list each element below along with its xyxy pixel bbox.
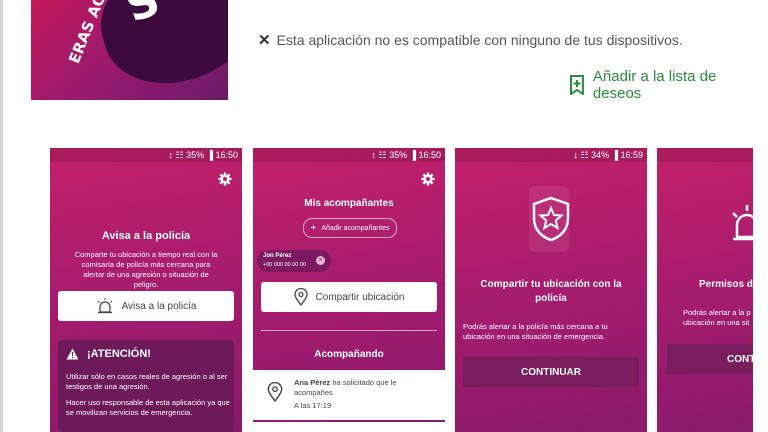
screenshot-1[interactable]: ↕ ☷ 35% ▐ 16:50 Avisa a la policía Compa… (50, 148, 242, 432)
contact-name: Jon Pérez (263, 253, 292, 259)
screen-title: Mis acompañantes (304, 198, 394, 209)
app-icon: ERAS AGRE S (31, 0, 228, 100)
screen-description: Comparte tu ubicación a tiempo real con … (74, 250, 218, 289)
request-name: Ana Pérez (294, 378, 331, 387)
attention-text-1: Utilizar sólo en casos reales de agresió… (66, 372, 228, 391)
gear-icon (218, 172, 232, 186)
contact-phone: +00 000 00 00 00 (263, 262, 306, 268)
warning-icon (66, 348, 79, 360)
alert-police-button[interactable]: Avisa a la policía (58, 291, 234, 321)
police-siren-icon (732, 205, 753, 241)
section-title: Acompañando (314, 349, 384, 360)
next-card (253, 422, 445, 432)
location-pin-icon (267, 382, 283, 402)
status-bar: ↕ ☷ 35% ▐ 16:50 (50, 148, 242, 162)
add-companions-button[interactable]: + Añadir acompañantes (303, 218, 397, 238)
screen-title: Avisa a la policía (101, 230, 191, 242)
bookmark-add-icon (569, 75, 584, 95)
wishlist-label: Añadir a la lista de deseos (592, 68, 717, 102)
add-to-wishlist-button[interactable]: Añadir a la lista de deseos (569, 68, 768, 102)
compatibility-text: Esta aplicación no es compatible con nin… (276, 32, 683, 48)
continue-button[interactable]: CONTINUAR (463, 357, 639, 387)
close-icon: ✕ (258, 32, 271, 49)
screen-description: Podrás alertar a la policía más cercana … (463, 322, 608, 341)
share-location-button[interactable]: Compartir ubicación (261, 282, 437, 312)
attention-text-2: Hacer uso responsable de esta aplicación… (66, 398, 230, 417)
compatibility-notice: ✕ Esta aplicación no es compatible con n… (258, 31, 683, 49)
gear-icon (421, 172, 435, 186)
location-pin-icon (293, 288, 308, 306)
screenshot-3[interactable]: ↕ ☷ 34% ▐ 16:59 Compartir tu ubicación c… (455, 148, 647, 432)
attention-box: ¡ATENCIÓN! Utilizar sólo en casos reales… (58, 340, 234, 432)
plus-icon: + (310, 222, 317, 234)
share-location-label: Compartir ubicación (315, 291, 405, 303)
attention-title: ¡ATENCIÓN! (87, 348, 151, 360)
contact-chip[interactable]: Jon Pérez +00 000 00 00 00 × (257, 250, 331, 272)
status-bar (657, 148, 753, 162)
request-text: Ana Pérez ha solicitado que le acompañes (294, 378, 434, 398)
screen-description: Podrás alertar a la p ubicación en una s… (683, 308, 751, 327)
screenshot-2[interactable]: ↕ ☷ 35% ▐ 16:50 Mis acompañantes + Añadi… (253, 148, 445, 432)
status-bar: ↕ ☷ 35% ▐ 16:50 (253, 148, 445, 162)
divider (261, 330, 437, 331)
police-badge-icon (532, 196, 570, 242)
request-time: A las 17:19 (294, 401, 332, 410)
police-siren-icon (97, 298, 112, 314)
continue-button[interactable]: CONTI (667, 344, 753, 374)
page-left-border (0, 0, 3, 432)
companion-request-card[interactable]: Ana Pérez ha solicitado que le acompañes… (253, 370, 445, 420)
screen-title: Compartir tu ubicación con la policía (480, 279, 622, 304)
add-companions-label: Añadir acompañantes (321, 224, 390, 232)
status-bar: ↕ ☷ 34% ▐ 16:59 (455, 148, 647, 162)
alert-police-label: Avisa a la policía (121, 300, 197, 312)
screen-title: Permisos de (699, 279, 753, 290)
attention-header: ¡ATENCIÓN! (66, 348, 151, 360)
screenshot-4[interactable]: Permisos de Podrás alertar a la p ubicac… (657, 148, 753, 432)
remove-contact-icon[interactable]: × (316, 256, 325, 265)
